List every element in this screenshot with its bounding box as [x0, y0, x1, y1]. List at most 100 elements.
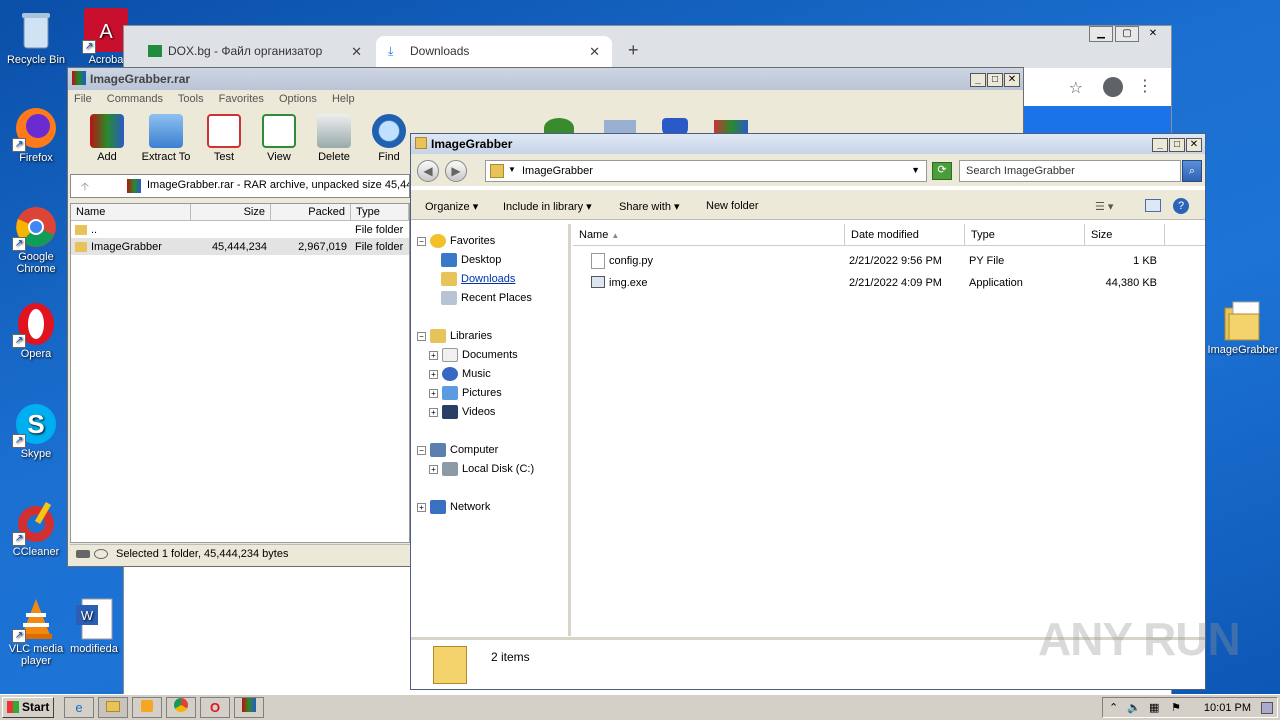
menu-favorites[interactable]: Favorites — [219, 93, 264, 105]
nav-documents[interactable]: + Documents — [429, 346, 518, 364]
help-icon[interactable]: ? — [1173, 198, 1189, 214]
nav-computer[interactable]: − Computer — [417, 441, 498, 459]
minimize-button[interactable]: ▁ — [1089, 26, 1113, 42]
close-tab-icon[interactable]: ✕ — [589, 44, 600, 60]
clock[interactable]: 10:01 PM — [1204, 702, 1251, 714]
menu-options[interactable]: Options — [279, 93, 317, 105]
minimize-button[interactable]: _ — [1152, 138, 1168, 152]
chevron-down-icon[interactable]: ▼ — [911, 165, 920, 175]
tab-dox[interactable]: DOX.bg - Файл организатор ✕ — [134, 36, 374, 68]
desktop-icon-firefox[interactable]: ↗ Firefox — [0, 106, 72, 164]
menu-file[interactable]: File — [74, 93, 92, 105]
expand-icon[interactable]: + — [429, 350, 438, 360]
path-field[interactable]: ▼ ImageGrabber ▼ — [485, 160, 927, 182]
profile-icon[interactable] — [1103, 77, 1123, 97]
refresh-button[interactable]: ⟳ — [932, 162, 952, 180]
expand-icon[interactable]: + — [417, 502, 426, 512]
collapse-icon[interactable]: − — [417, 331, 426, 341]
column-name[interactable]: Name ▲ — [573, 224, 845, 246]
desktop-icon-imagegrabber-folder[interactable]: ImageGrabber — [1206, 298, 1280, 356]
column-packed[interactable]: Packed — [271, 204, 351, 220]
taskbar-ie-icon[interactable]: e — [64, 697, 94, 718]
maximize-button[interactable]: ▢ — [1115, 26, 1139, 42]
delete-button[interactable]: Delete — [303, 110, 365, 163]
tab-downloads[interactable]: ⤓ Downloads ✕ — [376, 36, 612, 68]
close-button[interactable]: ✕ — [1141, 27, 1165, 43]
search-icon[interactable]: ⌕ — [1182, 160, 1202, 182]
file-list[interactable]: Name ▲ Date modified Type Size config.py… — [573, 224, 1205, 636]
column-type[interactable]: Type — [965, 224, 1085, 246]
menu-help[interactable]: Help — [332, 93, 355, 105]
test-button[interactable]: Test — [193, 110, 255, 163]
menu-commands[interactable]: Commands — [107, 93, 163, 105]
maximize-button[interactable]: □ — [987, 73, 1003, 87]
preview-pane-icon[interactable] — [1145, 199, 1161, 212]
tray-expand-icon[interactable]: ⌃ — [1109, 701, 1118, 714]
expand-icon[interactable]: + — [429, 464, 438, 474]
breadcrumb[interactable]: ImageGrabber — [522, 165, 593, 177]
new-tab-button[interactable]: + — [628, 40, 639, 61]
column-type[interactable]: Type — [351, 204, 409, 220]
network-tray-icon[interactable]: ▦ — [1149, 701, 1159, 714]
taskbar-winrar-icon[interactable] — [234, 697, 264, 718]
taskbar-chrome-icon[interactable] — [166, 697, 196, 718]
nav-desktop[interactable]: Desktop — [441, 251, 501, 269]
column-size[interactable]: Size — [1085, 224, 1165, 246]
new-folder-button[interactable]: New folder — [706, 200, 759, 212]
desktop-icon-opera[interactable]: ↗ Opera — [0, 302, 72, 360]
view-button[interactable]: View — [248, 110, 310, 163]
nav-local-disk[interactable]: + Local Disk (C:) — [429, 460, 534, 478]
nav-libraries[interactable]: − Libraries — [417, 327, 492, 345]
desktop-icon-ccleaner[interactable]: ↗ CCleaner — [0, 500, 72, 558]
collapse-icon[interactable]: − — [417, 236, 426, 246]
table-row[interactable]: .. File folder — [71, 221, 409, 238]
volume-icon[interactable]: 🔈 — [1127, 701, 1141, 714]
explorer-window[interactable]: ImageGrabber _ □ ✕ ◀ ▶ ▼ ImageGrabber ▼ ⟳ … — [410, 133, 1206, 690]
action-center-flag-icon[interactable]: ⚑ — [1171, 701, 1181, 714]
expand-icon[interactable]: + — [429, 388, 438, 398]
bookmark-star-icon[interactable]: ☆ — [1069, 78, 1083, 98]
share-with-button[interactable]: Share with ▾ — [619, 200, 680, 213]
start-button[interactable]: Start — [2, 697, 54, 718]
nav-network[interactable]: + Network — [417, 498, 490, 516]
menu-dots-icon[interactable]: ⋮ — [1137, 76, 1153, 96]
extract-to-button[interactable]: Extract To — [135, 110, 197, 163]
include-in-library-button[interactable]: Include in library ▾ — [503, 200, 592, 213]
close-tab-icon[interactable]: ✕ — [351, 44, 362, 60]
desktop-icon-chrome[interactable]: ↗ Google Chrome — [0, 205, 72, 275]
organize-button[interactable]: Organize ▾ — [425, 200, 478, 213]
nav-downloads[interactable]: Downloads — [441, 270, 515, 288]
table-row[interactable]: config.py 2/21/2022 9:56 PM PY File 1 KB — [573, 252, 1205, 272]
column-size[interactable]: Size — [191, 204, 271, 220]
column-name[interactable]: Name — [71, 204, 191, 220]
archive-path-field[interactable]: 🡡 ImageGrabber.rar - RAR archive, unpack… — [70, 174, 410, 198]
nav-music[interactable]: + Music — [429, 365, 491, 383]
taskbar-opera-icon[interactable]: O — [200, 697, 230, 718]
nav-recent-places[interactable]: Recent Places — [441, 289, 532, 307]
minimize-button[interactable]: _ — [970, 73, 986, 87]
taskbar-explorer-icon[interactable] — [98, 697, 128, 718]
nav-videos[interactable]: + Videos — [429, 403, 495, 421]
forward-button[interactable]: ▶ — [445, 160, 467, 182]
menu-tools[interactable]: Tools — [178, 93, 204, 105]
add-button[interactable]: Add — [76, 110, 138, 163]
up-arrow-icon[interactable]: 🡡 — [81, 178, 89, 197]
show-desktop-icon[interactable] — [1261, 702, 1273, 714]
archive-file-list[interactable]: Name Size Packed Type .. File folder Ima… — [70, 203, 410, 543]
expand-icon[interactable]: + — [429, 407, 438, 417]
search-input[interactable]: Search ImageGrabber — [959, 160, 1181, 182]
column-date[interactable]: Date modified — [845, 224, 965, 246]
back-button[interactable]: ◀ — [417, 160, 439, 182]
breadcrumb-arrow-icon[interactable]: ▼ — [508, 165, 516, 174]
desktop-icon-word-doc[interactable]: W modifieda — [64, 597, 124, 655]
view-options-icon[interactable]: ☰ ▾ — [1095, 200, 1113, 213]
table-row[interactable]: img.exe 2/21/2022 4:09 PM Application 44… — [573, 274, 1205, 294]
desktop-icon-recycle-bin[interactable]: Recycle Bin — [0, 8, 72, 66]
close-button[interactable]: ✕ — [1186, 138, 1202, 152]
close-button[interactable]: ✕ — [1004, 73, 1020, 87]
table-row[interactable]: ImageGrabber 45,444,234 2,967,019 File f… — [71, 238, 409, 255]
expand-icon[interactable]: + — [429, 369, 438, 379]
maximize-button[interactable]: □ — [1169, 138, 1185, 152]
collapse-icon[interactable]: − — [417, 445, 426, 455]
nav-pictures[interactable]: + Pictures — [429, 384, 502, 402]
